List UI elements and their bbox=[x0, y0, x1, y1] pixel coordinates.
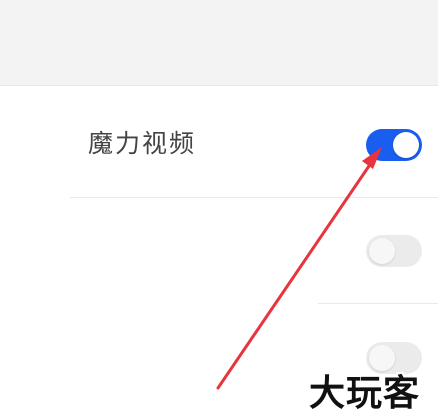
setting-toggle-2[interactable] bbox=[366, 235, 422, 267]
magic-video-toggle[interactable] bbox=[366, 129, 422, 161]
toggle-knob bbox=[369, 345, 395, 371]
top-bar bbox=[0, 0, 438, 86]
row-divider bbox=[318, 303, 438, 304]
setting-toggle-3[interactable] bbox=[366, 342, 422, 374]
setting-label-magic-video: 魔力视频 bbox=[88, 129, 197, 158]
row-divider bbox=[70, 197, 438, 198]
toggle-knob bbox=[369, 238, 395, 264]
toggle-knob bbox=[393, 132, 419, 158]
watermark-logo: 大玩客 bbox=[309, 372, 421, 414]
